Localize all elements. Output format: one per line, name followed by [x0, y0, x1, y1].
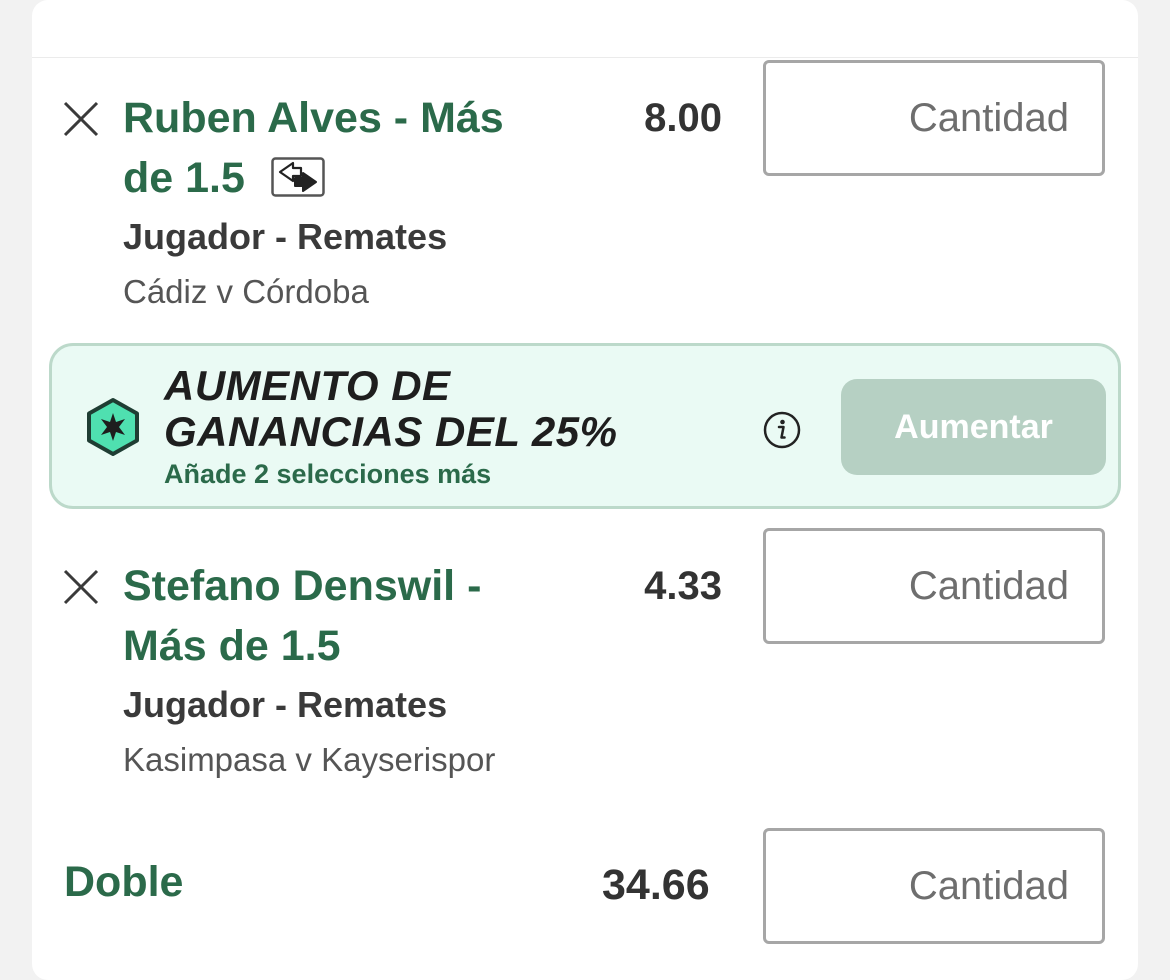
swap-icon[interactable]	[271, 156, 325, 197]
promo-title-line2: GANANCIAS DEL 25%	[164, 408, 618, 455]
market-name: Jugador - Remates	[123, 684, 448, 725]
event-name: Cádiz v Córdoba	[123, 273, 369, 310]
selection-title-line2: de 1.5	[123, 154, 245, 202]
remove-selection-button[interactable]	[60, 566, 102, 608]
selection-title-line2: Más de 1.5	[123, 622, 341, 670]
combo-stake-input[interactable]	[763, 828, 1105, 944]
promo-title: AUMENTO DE GANANCIAS DEL 25%	[164, 363, 684, 455]
promo-subtitle: Añade 2 selecciones más	[164, 459, 492, 489]
boost-button[interactable]: Aumentar	[841, 379, 1106, 475]
close-icon	[63, 569, 99, 605]
market-name: Jugador - Remates	[123, 216, 448, 257]
divider	[32, 57, 1138, 58]
info-icon[interactable]	[762, 410, 802, 450]
boost-hexagon-icon	[87, 398, 139, 456]
stake-input[interactable]	[763, 60, 1105, 176]
promo-title-line1: AUMENTO DE	[164, 362, 451, 409]
combo-odds: 34.66	[602, 861, 710, 909]
event-name: Kasimpasa v Kayserispor	[123, 741, 496, 778]
selection-title: Ruben Alves - Más de 1.5	[123, 88, 563, 208]
selection-odds: 8.00	[644, 96, 722, 140]
selection-title-line1: Ruben Alves - Más	[123, 94, 504, 142]
combo-label: Doble	[64, 858, 184, 906]
selection-title-line1: Stefano Denswil -	[123, 562, 482, 610]
selection-odds: 4.33	[644, 564, 722, 608]
stake-input[interactable]	[763, 528, 1105, 644]
remove-selection-button[interactable]	[60, 98, 102, 140]
selection-title: Stefano Denswil - Más de 1.5	[123, 556, 563, 676]
close-icon	[63, 101, 99, 137]
profit-boost-banner: AUMENTO DE GANANCIAS DEL 25% Añade 2 sel…	[49, 343, 1121, 509]
